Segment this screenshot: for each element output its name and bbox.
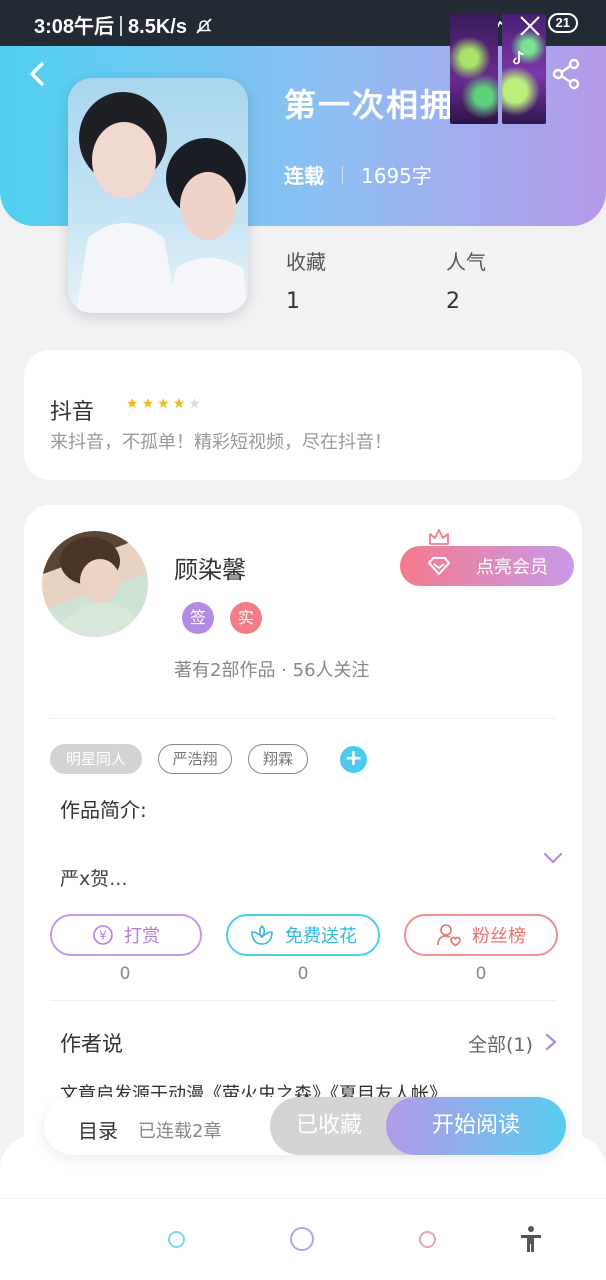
flower-icon bbox=[251, 924, 273, 945]
serial-status: 连载 bbox=[284, 164, 324, 188]
reward-label: 打赏 bbox=[124, 926, 160, 947]
author-avatar[interactable] bbox=[42, 531, 148, 637]
book-cover-image[interactable] bbox=[68, 78, 248, 313]
divider bbox=[50, 718, 556, 719]
recents-nav-icon[interactable] bbox=[419, 1231, 436, 1248]
status-time-group: 3:08午后 8.5K/s bbox=[34, 10, 213, 39]
start-reading-button[interactable]: 开始阅读 bbox=[386, 1097, 566, 1155]
diamond-icon bbox=[428, 557, 450, 575]
divider bbox=[50, 1000, 556, 1001]
status-divider bbox=[120, 16, 123, 36]
catalog-status[interactable]: 已连载2章 bbox=[138, 1117, 221, 1143]
author-name[interactable]: 顾染馨 bbox=[174, 550, 246, 585]
view-all-link[interactable]: 全部(1) bbox=[468, 1030, 533, 1057]
intro-text: 严x贺... bbox=[60, 868, 128, 890]
tiktok-logo-icon bbox=[513, 50, 524, 65]
fans-count: 0 bbox=[475, 964, 487, 984]
fans-ranking-label: 粉丝榜 bbox=[472, 926, 526, 947]
star-filled-icon: ★ bbox=[157, 396, 173, 412]
ad-banner[interactable]: 抖音 ★★★★★ 来抖音，不孤单！精彩短视频，尽在抖音！ bbox=[24, 350, 582, 480]
vip-button-label: 点亮会员 bbox=[476, 557, 548, 578]
favorites-stat: 收藏 1 bbox=[286, 246, 326, 314]
close-icon[interactable] bbox=[518, 14, 542, 38]
svg-text:¥: ¥ bbox=[99, 929, 107, 943]
add-tag-button[interactable]: + bbox=[340, 746, 367, 773]
flower-count: 0 bbox=[297, 964, 309, 984]
yuan-coin-icon: ¥ bbox=[93, 925, 113, 945]
avatar-illustration bbox=[52, 537, 148, 637]
ad-image-left bbox=[450, 14, 498, 124]
status-time: 3:08午后 bbox=[34, 16, 115, 38]
book-meta: 连载 1695字 bbox=[284, 160, 432, 189]
send-flower-button[interactable]: 免费送花 bbox=[226, 914, 380, 956]
user-heart-icon bbox=[437, 924, 461, 947]
cover-illustration bbox=[76, 92, 248, 313]
author-says-title: 作者说 bbox=[60, 1032, 123, 1056]
catalog-button[interactable]: 目录 bbox=[78, 1115, 118, 1144]
system-navigation-bar bbox=[0, 1198, 606, 1280]
reward-button[interactable]: ¥ 打赏 bbox=[50, 914, 202, 956]
popularity-label: 人气 bbox=[446, 250, 486, 274]
vip-upgrade-button[interactable]: 点亮会员 bbox=[400, 546, 574, 586]
meta-divider bbox=[342, 165, 343, 184]
star-filled-icon: ★ bbox=[141, 396, 158, 412]
star-filled-icon: ★ bbox=[126, 396, 142, 412]
signed-author-badge: 签 bbox=[182, 602, 214, 634]
network-speed: 8.5K/s bbox=[128, 16, 187, 38]
intro-label: 作品简介: bbox=[60, 798, 147, 822]
reward-count: 0 bbox=[119, 964, 131, 984]
ad-app-name: 抖音 bbox=[50, 400, 95, 425]
book-title: 第一次相拥 bbox=[284, 86, 455, 124]
back-nav-icon[interactable] bbox=[168, 1231, 185, 1248]
send-flower-label: 免费送花 bbox=[285, 926, 357, 947]
tag-item[interactable]: 翔霖 bbox=[248, 744, 308, 774]
battery-indicator: 21 bbox=[547, 13, 578, 33]
home-nav-icon[interactable] bbox=[290, 1227, 314, 1251]
back-arrow-icon[interactable] bbox=[24, 58, 50, 90]
popularity-value: 2 bbox=[446, 289, 460, 314]
tag-item[interactable]: 严浩翔 bbox=[158, 744, 232, 774]
share-icon[interactable] bbox=[550, 58, 582, 90]
word-count: 1695字 bbox=[361, 164, 432, 188]
fans-ranking-button[interactable]: 粉丝榜 bbox=[404, 914, 558, 956]
ad-rating-stars: ★★★★★ bbox=[126, 396, 204, 412]
crown-icon bbox=[429, 529, 449, 545]
favorites-value: 1 bbox=[286, 289, 300, 314]
mute-icon bbox=[195, 18, 212, 34]
chevron-right-icon[interactable] bbox=[544, 1032, 558, 1052]
star-filled-icon: ★ bbox=[172, 396, 189, 412]
author-stats: 著有2部作品 · 56人关注 bbox=[174, 660, 370, 681]
ad-description: 来抖音，不孤单！精彩短视频，尽在抖音！ bbox=[50, 432, 392, 453]
tag-category[interactable]: 明星同人 bbox=[50, 744, 142, 774]
accessibility-icon[interactable] bbox=[519, 1225, 543, 1253]
popularity-stat: 人气 2 bbox=[446, 246, 486, 314]
star-empty-icon: ★ bbox=[188, 396, 204, 412]
verified-badge: 实 bbox=[230, 602, 262, 634]
favorites-label: 收藏 bbox=[286, 250, 326, 274]
chevron-down-icon[interactable] bbox=[542, 850, 564, 866]
